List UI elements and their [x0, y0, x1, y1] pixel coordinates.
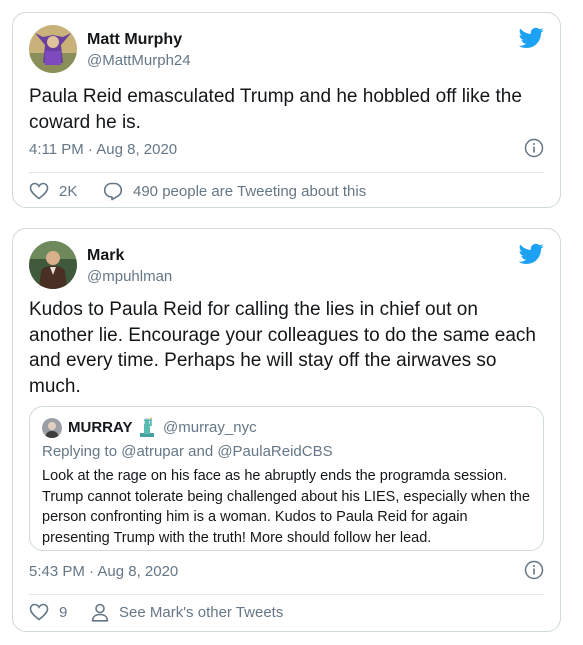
info-icon[interactable]	[524, 560, 544, 580]
like-count: 9	[59, 603, 68, 621]
tweet-text: Kudos to Paula Reid for calling the lies…	[29, 299, 536, 397]
like-button[interactable]: 9	[29, 603, 67, 621]
speech-bubble-icon	[103, 182, 123, 201]
tweet-timestamp[interactable]: 4:11 PM · Aug 8, 2020	[29, 141, 177, 158]
avatar[interactable]	[29, 241, 77, 289]
like-count: 2K	[59, 182, 78, 200]
author-handle[interactable]: @MattMurph24	[87, 52, 191, 69]
heart-icon	[29, 182, 49, 200]
twitter-bird-icon[interactable]	[518, 27, 544, 49]
conversation-text: 490 people are Tweeting about this	[133, 183, 367, 200]
quoted-text: Look at the rage on his face as he abrup…	[42, 468, 530, 546]
tweet-card[interactable]: Mark @mpuhlman Kudos to Paula Reid for c…	[12, 228, 561, 632]
twitter-bird-icon[interactable]	[518, 243, 544, 265]
conversation-link[interactable]: 490 people are Tweeting about this	[103, 182, 366, 201]
quoted-tweet[interactable]: MURRAY @murray_nyc Replying to @atrupar …	[29, 406, 544, 551]
tweet-timestamp[interactable]: 5:43 PM · Aug 8, 2020	[29, 563, 178, 580]
quoted-avatar	[42, 418, 62, 438]
person-icon	[91, 603, 109, 622]
statue-of-liberty-icon	[138, 416, 156, 437]
divider	[29, 172, 544, 173]
heart-icon	[29, 603, 49, 621]
info-icon[interactable]	[524, 138, 544, 158]
author-name[interactable]: Mark	[87, 247, 124, 265]
see-other-tweets-link[interactable]: See Mark's other Tweets	[91, 603, 283, 622]
see-other-tweets-text: See Mark's other Tweets	[119, 604, 284, 621]
tweet-text: Paula Reid emasculated Trump and he hobb…	[29, 86, 522, 133]
divider	[29, 594, 544, 595]
quoted-author-handle: @murray_nyc	[163, 419, 257, 436]
tweet-card[interactable]: Matt Murphy @MattMurph24 Paula Reid emas…	[12, 12, 561, 208]
author-handle[interactable]: @mpuhlman	[87, 268, 172, 285]
avatar[interactable]	[29, 25, 77, 73]
like-button[interactable]: 2K	[29, 182, 77, 200]
replying-to: Replying to @atrupar and @PaulaReidCBS	[42, 443, 333, 460]
author-name[interactable]: Matt Murphy	[87, 31, 182, 49]
quoted-author-name: MURRAY	[68, 419, 133, 436]
